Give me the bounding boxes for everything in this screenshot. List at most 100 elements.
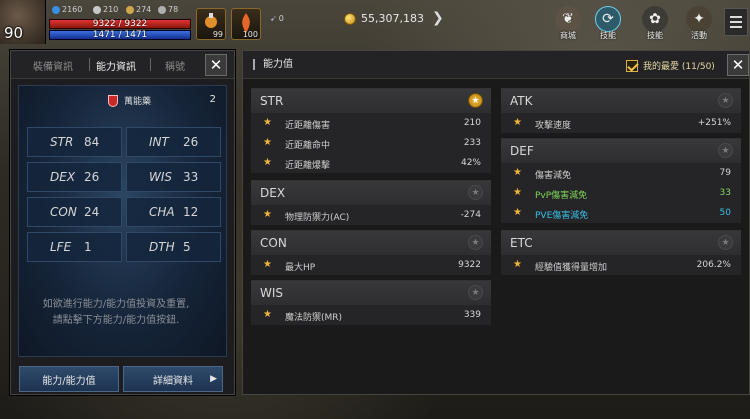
section-header: WIS ★ <box>251 281 491 305</box>
menu-line <box>730 16 742 18</box>
stat-box-int[interactable]: INT 26 <box>126 127 221 157</box>
star-icon: ★ <box>263 117 272 128</box>
row-label: 近距離爆擊 <box>285 161 331 171</box>
star-icon: ★ <box>513 167 522 178</box>
play-arrow-icon: ▶ <box>210 374 217 384</box>
tab-title[interactable]: 稱號 <box>165 58 185 73</box>
stat-row: ★ 傷害減免 79 <box>501 163 741 183</box>
arrow-counter: ➹ 0 <box>270 14 284 23</box>
star-icon: ★ <box>263 209 272 220</box>
row-label-pvp: PvP傷害減免 <box>535 191 588 201</box>
stat-value: 84 <box>84 135 100 149</box>
row-label: 魔法防禦(MR) <box>285 313 343 323</box>
trophy-icon <box>158 5 166 14</box>
star-icon: ★ <box>513 259 522 270</box>
section-header: ATK ★ <box>501 89 741 113</box>
section-name: DEF <box>510 144 534 158</box>
star-icon: ★ <box>513 117 522 128</box>
stat-name: INT <box>149 135 169 149</box>
stat-name: CON <box>50 205 77 219</box>
dragon-icon[interactable]: ⟳ <box>595 6 621 32</box>
stat-box-dex[interactable]: DEX 26 <box>27 162 122 192</box>
chevron-right-icon[interactable]: ❯ <box>432 10 444 26</box>
stat-reset-hint: 如欲進行能力/能力值投資及重置, 請點擊下方能力/能力值按鈕. <box>31 297 201 329</box>
mp-text: 1471 / 1471 <box>92 30 148 40</box>
star-icon: ★ <box>263 309 272 320</box>
favorites-toggle[interactable]: 我的最愛 (11/50) <box>626 59 715 72</box>
swirl-icon[interactable]: ✿ <box>642 6 668 32</box>
sword-icon <box>93 5 101 14</box>
hud-icon-label-2: 技能 <box>600 31 616 40</box>
hud-stat-1-value: 2160 <box>62 5 83 14</box>
row-value: 206.2% <box>696 260 731 270</box>
stat-box-str[interactable]: STR 84 <box>27 127 122 157</box>
section-name: ATK <box>510 94 533 108</box>
favorite-star-icon[interactable]: ★ <box>718 143 733 158</box>
stat-box-lfe[interactable]: LFE 1 <box>27 232 122 262</box>
stat-value: 12 <box>183 205 199 219</box>
stat-box-cha[interactable]: CHA 12 <box>126 197 221 227</box>
stat-name: LFE <box>50 240 72 254</box>
row-label: 近距離傷害 <box>285 121 331 131</box>
wing-icon[interactable]: ❦ <box>555 6 581 32</box>
favorite-star-icon[interactable]: ★ <box>468 185 483 200</box>
main-menu-button[interactable] <box>724 8 748 36</box>
detail-info-button[interactable]: 詳細資料 ▶ <box>123 366 223 392</box>
tab-divider <box>89 58 90 71</box>
close-icon: ✕ <box>731 56 745 74</box>
stat-box-con[interactable]: CON 24 <box>27 197 122 227</box>
favorite-star-icon[interactable]: ★ <box>718 235 733 250</box>
star-icon: ★ <box>513 207 522 218</box>
stat-value: 33 <box>183 170 199 184</box>
detail-info-button-label: 詳細資料 <box>153 375 193 387</box>
event-icon[interactable]: ✦ <box>686 6 712 32</box>
checkbox-icon <box>626 59 638 72</box>
hud-stat-3-value: 274 <box>136 5 152 14</box>
section-atk: ATK ★ ★ 攻擊速度 +251% <box>501 88 741 133</box>
star-icon: ★ <box>263 137 272 148</box>
stat-value: 26 <box>84 170 100 184</box>
favorite-star-icon[interactable]: ★ <box>468 285 483 300</box>
stat-name: STR <box>50 135 74 149</box>
character-info-panel: 裝備資訊 能力資訊 稱號 ✕ 萬能藥 2 STR 84 INT 26 DEX 2… <box>10 50 235 395</box>
favorite-star-icon[interactable]: ★ <box>468 235 483 250</box>
tab-equipment-info[interactable]: 裝備資訊 <box>33 58 73 73</box>
tab-ability-info[interactable]: 能力資訊 <box>96 58 136 73</box>
stat-value: 24 <box>84 205 100 219</box>
close-right-panel-button[interactable]: ✕ <box>727 54 749 76</box>
row-value: 210 <box>463 118 481 128</box>
stat-value: 1 <box>84 240 92 254</box>
ability-stats-button[interactable]: 能力/能力值 <box>19 366 119 392</box>
stat-box-dth[interactable]: DTH 5 <box>126 232 221 262</box>
stat-name: CHA <box>149 205 175 219</box>
row-value-pvp: 33 <box>719 188 731 198</box>
mp-bar: 1471 / 1471 <box>49 30 191 40</box>
favorite-star-icon[interactable]: ★ <box>718 93 733 108</box>
row-value: 9322 <box>458 260 481 270</box>
section-wis: WIS ★ ★ 魔法防禦(MR) 339 <box>251 280 491 325</box>
favorite-star-icon[interactable]: ★ <box>468 93 483 108</box>
section-str: STR ★ ★ 近距離傷害 210 ★ 近距離命中 233 ★ 近距離爆擊 42… <box>251 88 491 173</box>
top-hud: 90 2160 210 274 78 9322 / 9322 1471 / 14… <box>0 0 750 46</box>
hud-stat-4: 78 <box>158 5 178 14</box>
hint-line-1: 如欲進行能力/能力值投資及重置, <box>42 299 190 310</box>
stat-value: 26 <box>183 135 199 149</box>
hud-icon-label-4: 活動 <box>691 31 707 40</box>
quick-slot-potion[interactable]: 99 <box>196 8 226 40</box>
quick-slot-scroll[interactable]: 100 <box>231 8 261 40</box>
section-header: DEX ★ <box>251 181 491 205</box>
close-left-panel-button[interactable]: ✕ <box>205 54 227 76</box>
hp-bar: 9322 / 9322 <box>49 19 191 29</box>
hud-stat-3: 274 <box>126 5 151 14</box>
hud-icon-label-1: 商城 <box>560 31 576 40</box>
boot-icon <box>126 5 134 14</box>
section-header: STR ★ <box>251 89 491 113</box>
stat-name: DTH <box>149 240 175 254</box>
stat-box-wis[interactable]: WIS 33 <box>126 162 221 192</box>
row-label: 近距離命中 <box>285 141 331 151</box>
stat-row: ★ 攻擊速度 +251% <box>501 113 741 133</box>
row-value: 233 <box>463 138 481 148</box>
stat-row: ★ 魔法防禦(MR) 339 <box>251 305 491 325</box>
row-value-pve: 50 <box>719 208 731 218</box>
quick-slot-scroll-count: 100 <box>242 30 258 39</box>
